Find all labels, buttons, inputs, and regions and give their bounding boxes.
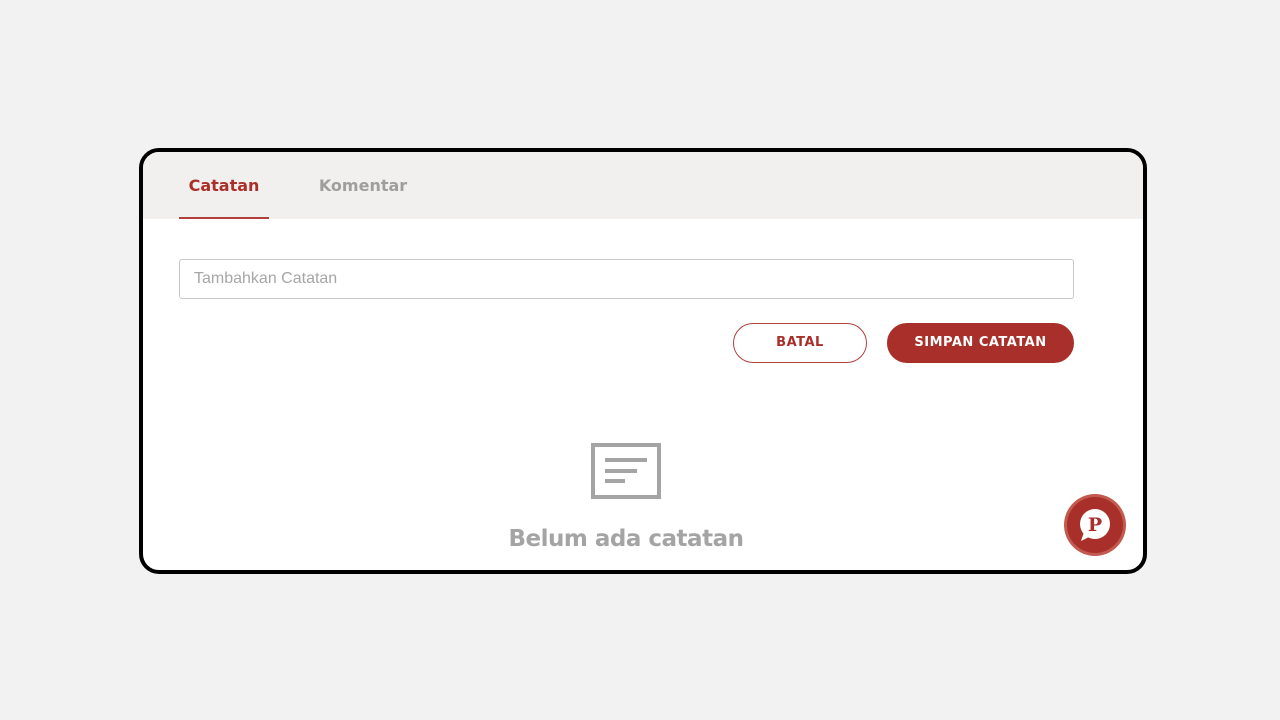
chat-p-icon: P <box>1080 509 1110 541</box>
tab-bar: Catatan Komentar <box>143 152 1143 219</box>
note-input[interactable] <box>179 259 1074 299</box>
tab-komentar[interactable]: Komentar <box>313 152 413 219</box>
note-icon <box>591 443 661 499</box>
svg-text:P: P <box>1088 514 1102 536</box>
tab-catatan[interactable]: Catatan <box>179 152 269 219</box>
cancel-button[interactable]: BATAL <box>733 323 867 363</box>
notes-panel: Catatan Komentar BATAL SIMPAN CATATAN Be… <box>139 148 1147 574</box>
save-note-button[interactable]: SIMPAN CATATAN <box>887 323 1074 363</box>
empty-state-message: Belum ada catatan <box>508 526 744 552</box>
chat-fab-button[interactable]: P <box>1067 497 1123 553</box>
